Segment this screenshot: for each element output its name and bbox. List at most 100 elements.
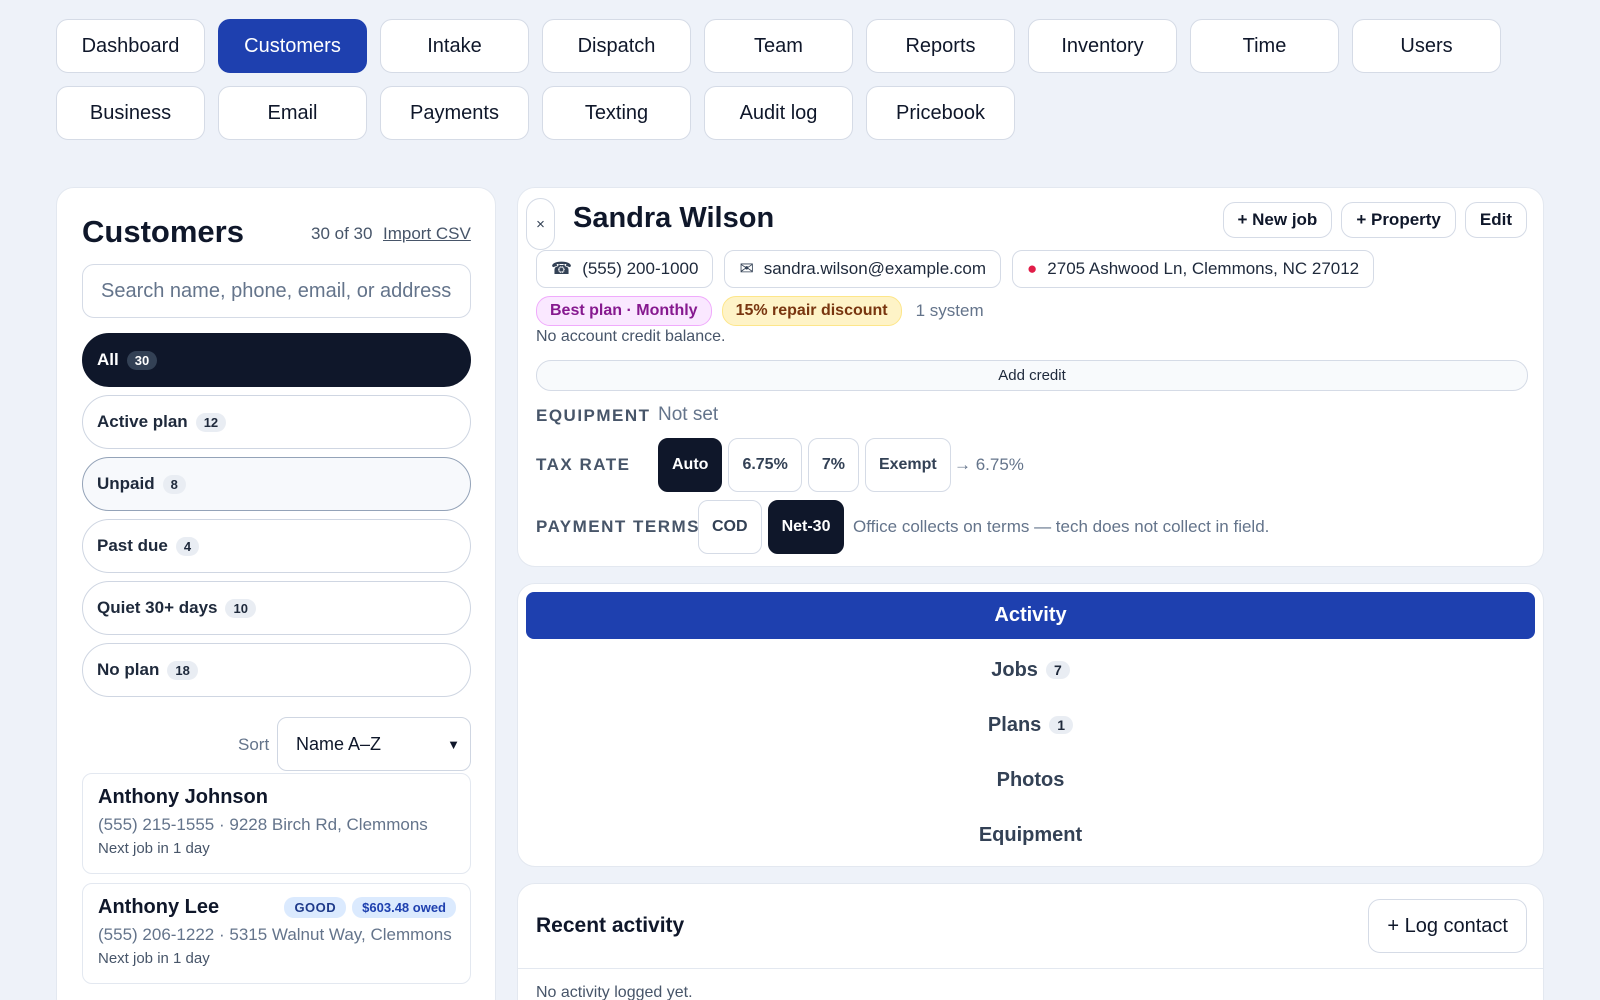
tab-count: 7 <box>1045 661 1070 679</box>
filter-quiet[interactable]: Quiet 30+ days 10 <box>82 581 471 635</box>
phone-chip[interactable]: ☎ (555) 200-1000 <box>536 250 714 288</box>
map-pin-icon: ● <box>1027 259 1038 278</box>
customer-pills: Best plan · Monthly 15% repair discount … <box>536 296 984 326</box>
filter-list: All 30 Active plan 12 Unpaid 8 Past due 4 Qu… <box>82 333 471 705</box>
tab-label: Equipment <box>978 823 1083 846</box>
customer-title: Sandra Wilson <box>573 202 775 234</box>
customer-name: Anthony Johnson <box>98 786 268 808</box>
customer-list-panel: Customers 30 of 30 Import CSV All 30 Acti… <box>56 187 496 1000</box>
divider <box>518 968 1543 969</box>
customer-next-job: Next job in 1 day <box>98 840 210 857</box>
mail-icon: ✉ <box>739 259 754 278</box>
filter-count: 10 <box>225 598 256 618</box>
tab-label: Photos <box>996 768 1065 791</box>
filter-past-due[interactable]: Past due 4 <box>82 519 471 573</box>
nav-email[interactable]: Email <box>218 86 367 140</box>
add-property-button[interactable]: + Property <box>1341 202 1456 238</box>
tab-count: 1 <box>1049 716 1074 734</box>
contact-chips: ☎ (555) 200-1000 ✉ sandra.wilson@example.c… <box>536 250 1375 288</box>
tab-activity[interactable]: Activity <box>526 592 1535 639</box>
filter-count: 18 <box>167 660 198 680</box>
tab-label: Plans <box>987 713 1042 736</box>
phone-icon: ☎ <box>551 259 573 278</box>
list-item[interactable]: Anthony Johnson (555) 215-1555 · 9228 Bi… <box>82 773 471 874</box>
close-icon[interactable]: × <box>526 198 555 250</box>
nav-reports[interactable]: Reports <box>866 19 1015 73</box>
search-input[interactable] <box>82 264 471 318</box>
owed-badge: $603.48 owed <box>352 897 456 918</box>
filter-active-plan[interactable]: Active plan 12 <box>82 395 471 449</box>
empty-state-text: No activity logged yet. <box>536 984 693 1000</box>
filter-label: Active plan <box>97 412 188 431</box>
filter-unpaid[interactable]: Unpaid 8 <box>82 457 471 511</box>
equipment-label: EQUIPMENT <box>536 406 651 425</box>
filter-count: 30 <box>126 350 158 370</box>
payment-terms-hint: Office collects on terms — tech does not… <box>853 517 1270 536</box>
nav-business[interactable]: Business <box>56 86 205 140</box>
nav-pricebook[interactable]: Pricebook <box>866 86 1015 140</box>
system-count: 1 system <box>915 301 984 320</box>
list-title: Customers <box>82 214 244 249</box>
nav-payments[interactable]: Payments <box>380 86 529 140</box>
add-credit-button[interactable]: Add credit <box>536 360 1528 391</box>
recent-activity-panel: Recent activity + Log contact No activit… <box>517 883 1544 1000</box>
terms-net30-button[interactable]: Net-30 <box>767 500 845 554</box>
nav-customers[interactable]: Customers <box>218 19 367 73</box>
detail-actions: + New job + Property Edit <box>1222 202 1527 238</box>
chevron-down-icon: ▼ <box>447 736 460 752</box>
top-nav: Dashboard Customers Intake Dispatch Team… <box>56 19 1516 140</box>
filter-label: Unpaid <box>97 474 155 493</box>
filter-count: 8 <box>162 474 186 494</box>
filter-label: No plan <box>97 660 160 679</box>
email-chip[interactable]: ✉ sandra.wilson@example.com <box>724 250 1001 288</box>
customer-meta: (555) 215-1555 · 9228 Birch Rd, Clemmons <box>98 815 428 834</box>
nav-inventory[interactable]: Inventory <box>1028 19 1177 73</box>
tax-auto-button[interactable]: Auto <box>658 438 723 492</box>
discount-badge: 15% repair discount <box>721 296 902 326</box>
status-badge: GOOD <box>284 897 347 918</box>
filter-all[interactable]: All 30 <box>82 333 471 387</box>
tax-result: → 6.75% <box>954 455 1024 474</box>
import-csv-link[interactable]: Import CSV <box>383 224 471 244</box>
filter-label: Past due <box>97 536 168 555</box>
sort-label: Sort <box>238 735 270 754</box>
plan-badge: Best plan · Monthly <box>536 296 712 326</box>
filter-count: 4 <box>175 536 200 556</box>
payment-terms-options: COD Net-30 <box>698 500 845 554</box>
customer-tags: GOOD $603.48 owed <box>284 897 456 918</box>
payment-terms-label: PAYMENT TERMS <box>536 517 701 536</box>
tax-675-button[interactable]: 6.75% <box>728 438 802 492</box>
nav-dispatch[interactable]: Dispatch <box>542 19 691 73</box>
sort-value: Name A–Z <box>296 733 382 754</box>
tab-jobs[interactable]: Jobs 7 <box>526 646 1535 694</box>
nav-audit-log[interactable]: Audit log <box>704 86 853 140</box>
credit-balance-text: No account credit balance. <box>536 328 726 345</box>
tax-exempt-button[interactable]: Exempt <box>864 438 951 492</box>
edit-button[interactable]: Edit <box>1464 202 1527 238</box>
nav-users[interactable]: Users <box>1352 19 1501 73</box>
nav-intake[interactable]: Intake <box>380 19 529 73</box>
new-job-button[interactable]: + New job <box>1222 202 1333 238</box>
address-value: 2705 Ashwood Ln, Clemmons, NC 27012 <box>1047 259 1360 278</box>
address-chip[interactable]: ● 2705 Ashwood Ln, Clemmons, NC 27012 <box>1012 250 1375 288</box>
nav-time[interactable]: Time <box>1190 19 1339 73</box>
tab-plans[interactable]: Plans 1 <box>526 701 1535 749</box>
filter-no-plan[interactable]: No plan 18 <box>82 643 471 697</box>
list-item[interactable]: Anthony Lee GOOD $603.48 owed (555) 206-… <box>82 883 471 984</box>
tab-label: Jobs <box>991 658 1038 681</box>
terms-cod-button[interactable]: COD <box>698 500 762 554</box>
tax-7-button[interactable]: 7% <box>807 438 859 492</box>
tab-label: Activity <box>994 604 1067 626</box>
sort-select[interactable]: Name A–Z ▼ <box>277 717 471 771</box>
recent-activity-title: Recent activity <box>536 914 685 937</box>
tab-equipment[interactable]: Equipment <box>526 811 1535 859</box>
log-contact-button[interactable]: + Log contact <box>1368 899 1527 953</box>
detail-tabs: Activity Jobs 7 Plans 1 Photos Equipment <box>517 583 1544 867</box>
nav-texting[interactable]: Texting <box>542 86 691 140</box>
customer-detail-panel: × Sandra Wilson + New job + Property Edi… <box>517 187 1544 567</box>
tab-photos[interactable]: Photos <box>526 756 1535 804</box>
nav-team[interactable]: Team <box>704 19 853 73</box>
filter-label: Quiet 30+ days <box>97 598 218 617</box>
nav-dashboard[interactable]: Dashboard <box>56 19 205 73</box>
equipment-value: Not set <box>658 404 719 425</box>
